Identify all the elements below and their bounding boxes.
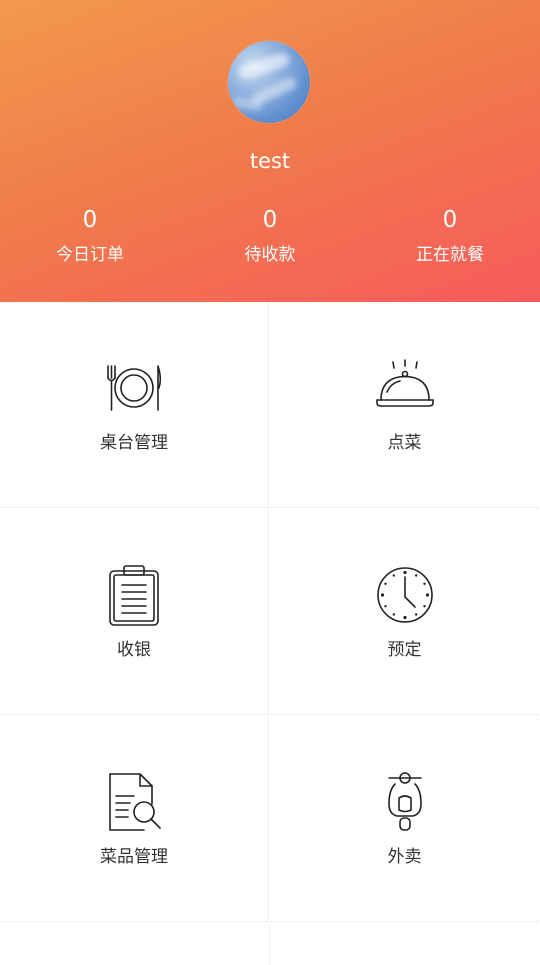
menu-item-reservation[interactable]: 预定 (270, 509, 539, 715)
menu-item-label: 外卖 (387, 847, 422, 867)
avatar[interactable] (228, 41, 310, 123)
menu-item-label: 菜品管理 (100, 847, 168, 867)
stat-label: 待收款 (244, 245, 296, 265)
grid-divider (269, 925, 270, 965)
stat-label: 今日订单 (56, 245, 124, 265)
username: test (249, 149, 291, 173)
stats-row: 0 今日订单 0 待收款 0 正在就餐 (0, 205, 540, 275)
profile-header: test 0 今日订单 0 待收款 0 正在就餐 (0, 0, 540, 302)
menu-item-label: 收银 (117, 640, 151, 660)
menu-item-order-food[interactable]: 点菜 (270, 302, 539, 508)
menu-item-label: 桌台管理 (100, 433, 168, 453)
stat-label: 正在就餐 (416, 245, 484, 265)
stat-pending-payment[interactable]: 0 待收款 (180, 205, 360, 266)
clipboard-icon (109, 565, 159, 626)
stat-value: 0 (262, 207, 278, 233)
stat-today-orders[interactable]: 0 今日订单 (0, 205, 180, 266)
document-search-icon (109, 773, 161, 831)
stat-value: 0 (442, 207, 458, 233)
menu-row-partial (0, 925, 540, 965)
menu-item-dish-management[interactable]: 菜品管理 (0, 716, 269, 922)
serving-cloche-icon (375, 359, 434, 407)
menu-item-label: 点菜 (387, 433, 422, 453)
clock-icon (376, 567, 433, 623)
menu-item-delivery[interactable]: 外卖 (270, 716, 539, 922)
menu-item-table-management[interactable]: 桌台管理 (0, 302, 269, 508)
menu-item-label: 预定 (387, 640, 422, 660)
stat-value: 0 (82, 207, 98, 233)
scooter-icon (387, 772, 422, 831)
menu-grid: 桌台管理 点菜 收银 预定 菜品管理 外卖 (0, 302, 540, 965)
plate-cutlery-icon (107, 365, 162, 411)
menu-item-cashier[interactable]: 收银 (0, 509, 269, 715)
stat-dining-now[interactable]: 0 正在就餐 (360, 205, 540, 266)
